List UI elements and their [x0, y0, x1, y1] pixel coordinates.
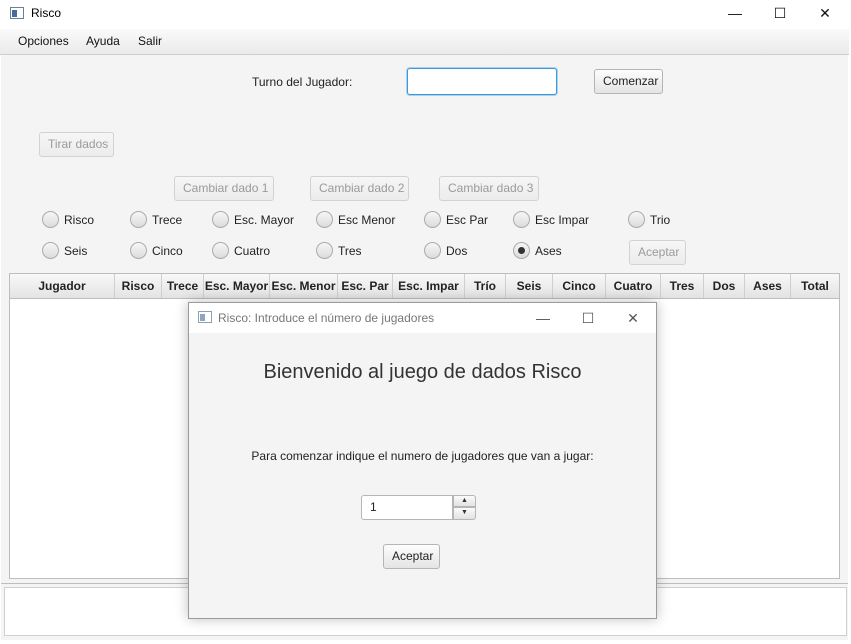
change-die-1-button[interactable]: Cambiar dado 1 — [174, 176, 274, 201]
radio-tres[interactable] — [316, 242, 333, 259]
radio-dos[interactable] — [424, 242, 441, 259]
spinner-up-button[interactable]: ▲ — [453, 495, 476, 507]
radio-label-esc-menor: Esc Menor — [338, 213, 396, 227]
column-header-jugador[interactable]: Jugador — [10, 274, 115, 298]
radio-seis[interactable] — [42, 242, 59, 259]
window-title: Risco — [31, 6, 62, 20]
radio-label-cuatro: Cuatro — [234, 244, 271, 258]
dialog-minimize-button[interactable]: — — [520, 303, 566, 333]
radio-esc-mayor[interactable] — [212, 211, 229, 228]
radio-label-trece: Trece — [152, 213, 183, 227]
maximize-button[interactable]: ☐ — [757, 0, 803, 29]
menu-bar: Opciones Ayuda Salir — [0, 29, 849, 55]
score-table-header: Jugador Risco Trece Esc. Mayor Esc. Meno… — [10, 274, 839, 299]
radio-label-ases: Ases — [535, 244, 562, 258]
column-header-ases[interactable]: Ases — [745, 274, 791, 298]
radio-label-seis: Seis — [64, 244, 88, 258]
radio-label-risco: Risco — [64, 213, 95, 227]
dialog-accept-button[interactable]: Aceptar — [383, 544, 440, 569]
player-turn-input[interactable] — [407, 68, 557, 95]
radio-cinco[interactable] — [130, 242, 147, 259]
radio-trece[interactable] — [130, 211, 147, 228]
radio-label-tres: Tres — [338, 244, 362, 258]
radio-label-cinco: Cinco — [152, 244, 183, 258]
column-header-esc-mayor[interactable]: Esc. Mayor — [204, 274, 270, 298]
radio-esc-menor[interactable] — [316, 211, 333, 228]
column-header-esc-menor[interactable]: Esc. Menor — [270, 274, 338, 298]
caret-down-icon: ▼ — [461, 509, 468, 516]
dialog-prompt-text: Para comenzar indique el numero de jugad… — [251, 449, 594, 463]
menu-opciones[interactable]: Opciones — [18, 34, 69, 48]
menu-salir[interactable]: Salir — [138, 34, 162, 48]
column-header-risco[interactable]: Risco — [115, 274, 162, 298]
column-header-trece[interactable]: Trece — [162, 274, 204, 298]
dialog-title-bar: Risco: Introduce el número de jugadores … — [189, 303, 656, 333]
roll-dice-button[interactable]: Tirar dados — [39, 132, 114, 157]
dialog-maximize-button[interactable]: ☐ — [565, 303, 611, 333]
column-header-dos[interactable]: Dos — [704, 274, 745, 298]
column-header-trio[interactable]: Trío — [465, 274, 506, 298]
minimize-button[interactable]: — — [712, 0, 758, 29]
radio-ases[interactable] — [513, 242, 530, 259]
players-count-input[interactable]: 1 — [361, 495, 453, 520]
column-header-total[interactable]: Total — [791, 274, 839, 298]
column-header-cuatro[interactable]: Cuatro — [606, 274, 661, 298]
change-die-2-button[interactable]: Cambiar dado 2 — [310, 176, 409, 201]
column-header-esc-par[interactable]: Esc. Par — [338, 274, 393, 298]
radio-risco[interactable] — [42, 211, 59, 228]
start-button[interactable]: Comenzar — [594, 69, 663, 94]
dialog-title: Risco: Introduce el número de jugadores — [218, 311, 435, 325]
turn-label: Turno del Jugador: — [252, 75, 353, 89]
radio-esc-impar[interactable] — [513, 211, 530, 228]
spinner-down-button[interactable]: ▼ — [453, 507, 476, 520]
column-header-seis[interactable]: Seis — [506, 274, 553, 298]
caret-up-icon: ▲ — [461, 497, 468, 504]
change-die-3-button[interactable]: Cambiar dado 3 — [439, 176, 539, 201]
dialog-window-icon — [198, 311, 212, 323]
column-header-cinco[interactable]: Cinco — [553, 274, 606, 298]
title-bar: Risco — ☐ ✕ — [0, 0, 851, 29]
radio-label-esc-par: Esc Par — [446, 213, 489, 227]
radio-label-trio: Trio — [650, 213, 671, 227]
menu-ayuda[interactable]: Ayuda — [86, 34, 120, 48]
dialog-close-button[interactable]: ✕ — [610, 303, 656, 333]
radio-trio[interactable] — [628, 211, 645, 228]
accept-option-button[interactable]: Aceptar — [629, 240, 686, 265]
app-window-icon — [10, 7, 24, 19]
radio-label-dos: Dos — [446, 244, 468, 258]
close-button[interactable]: ✕ — [802, 0, 848, 29]
radio-esc-par[interactable] — [424, 211, 441, 228]
players-spinner: 1 ▲ ▼ — [361, 495, 476, 520]
column-header-esc-impar[interactable]: Esc. Impar — [393, 274, 465, 298]
radio-label-esc-impar: Esc Impar — [535, 213, 590, 227]
dialog-welcome-heading: Bienvenido al juego de dados Risco — [263, 361, 582, 383]
radio-cuatro[interactable] — [212, 242, 229, 259]
radio-label-esc-mayor: Esc. Mayor — [234, 213, 295, 227]
players-dialog: Risco: Introduce el número de jugadores … — [188, 302, 657, 619]
column-header-tres[interactable]: Tres — [661, 274, 704, 298]
